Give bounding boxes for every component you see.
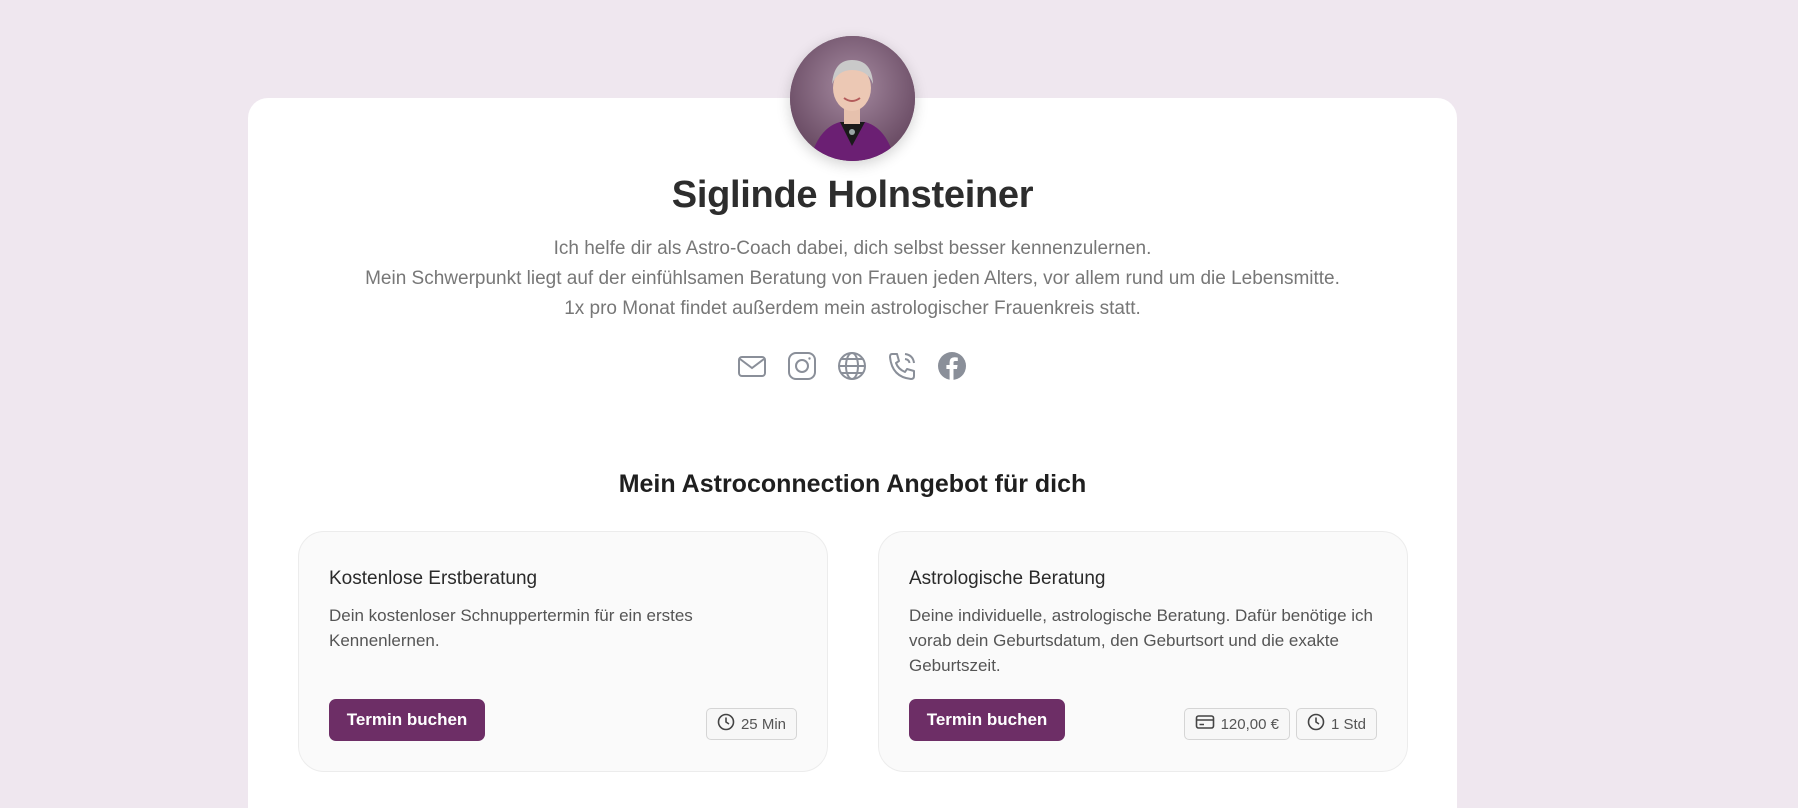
- bio-line: 1x pro Monat findet außerdem mein astrol…: [564, 298, 1141, 319]
- offers-section-title: Mein Astroconnection Angebot für dich: [618, 470, 1087, 498]
- book-appointment-button[interactable]: Termin buchen: [909, 699, 1065, 741]
- offer-badges: 25 Min: [705, 708, 797, 740]
- facebook-icon[interactable]: [936, 350, 968, 382]
- bio-line: Mein Schwerpunkt liegt auf der einfühlsa…: [365, 268, 1340, 289]
- profile-bio: Ich helfe dir als Astro-Coach dabei, dic…: [248, 234, 1457, 324]
- profile-name: Siglinde Holnsteiner: [671, 174, 1034, 216]
- offer-description: Dein kostenloser Schnuppertermin für ein…: [329, 606, 693, 650]
- social-links: [736, 350, 968, 382]
- offer-title: Astrologische Beratung: [909, 568, 1106, 589]
- clock-icon: [717, 713, 735, 735]
- book-appointment-button[interactable]: Termin buchen: [329, 699, 485, 741]
- clock-icon: [1307, 713, 1325, 735]
- offer-card: Astrologische Beratung Deine individuell…: [878, 531, 1408, 772]
- mail-icon[interactable]: [736, 350, 768, 382]
- profile-avatar: [790, 36, 915, 161]
- price-label: 120,00 €: [1220, 715, 1279, 733]
- bio-line: Ich helfe dir als Astro-Coach dabei, dic…: [553, 238, 1152, 259]
- price-badge: 120,00 €: [1183, 708, 1290, 740]
- offer-description: Deine individuelle, astrologische Beratu…: [909, 606, 1374, 675]
- duration-badge: 1 Std: [1295, 708, 1377, 740]
- offer-title: Kostenlose Erstberatung: [329, 568, 538, 589]
- duration-label: 25 Min: [740, 715, 786, 733]
- phone-icon[interactable]: [886, 350, 918, 382]
- instagram-icon[interactable]: [786, 350, 818, 382]
- duration-label: 1 Std: [1330, 715, 1366, 733]
- offer-badges: 120,00 € 1 Std: [1183, 708, 1377, 740]
- duration-badge: 25 Min: [705, 708, 797, 740]
- globe-icon[interactable]: [836, 350, 868, 382]
- credit-card-icon: [1195, 713, 1215, 735]
- offer-card: Kostenlose Erstberatung Dein kostenloser…: [298, 531, 828, 772]
